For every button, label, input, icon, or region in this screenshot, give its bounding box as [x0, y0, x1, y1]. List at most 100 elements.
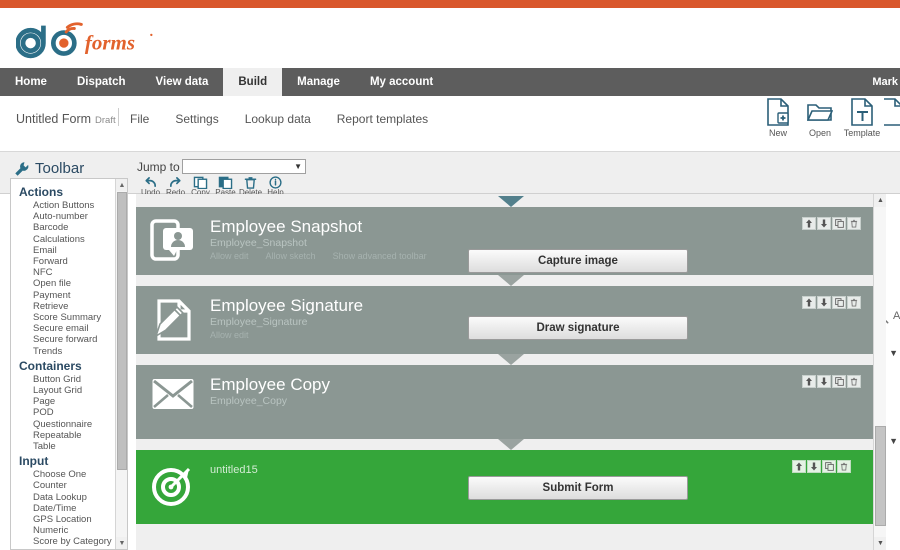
card-option-show-advanced-toolbar[interactable]: Show advanced toolbar [333, 250, 427, 262]
form-card-employee-signature[interactable]: Employee Signature Employee_Signature Al… [136, 286, 875, 354]
form-card-submit[interactable]: untitled15 Submit Form [136, 450, 875, 524]
palette-item-open-file[interactable]: Open file [15, 278, 127, 289]
card-duplicate-button[interactable] [822, 460, 836, 473]
form-card-employee-snapshot[interactable]: Employee Snapshot Employee_Snapshot Allo… [136, 207, 875, 275]
palette-item-date-time[interactable]: Date/Time [15, 503, 127, 514]
open-form-button[interactable]: Open [800, 98, 840, 138]
card-delete-button[interactable] [847, 217, 861, 230]
palette-item-choose-one[interactable]: Choose One [15, 469, 127, 480]
palette-item-action-buttons[interactable]: Action Buttons [15, 200, 127, 211]
nav-item-build[interactable]: Build [223, 68, 283, 96]
nav-item-dispatch[interactable]: Dispatch [62, 68, 141, 96]
card-option-allow-edit[interactable]: Allow edit [210, 250, 249, 262]
extra-doc-button[interactable] [884, 98, 900, 128]
scroll-down-arrow-icon[interactable]: ▼ [116, 537, 127, 549]
jump-to-select[interactable]: ▼ [182, 159, 306, 174]
palette-item-layout-grid[interactable]: Layout Grid [15, 385, 127, 396]
card-duplicate-button[interactable] [832, 375, 846, 388]
palette-item-trends[interactable]: Trends [15, 346, 127, 357]
menu-item-lookup-data[interactable]: Lookup data [245, 112, 311, 126]
palette-item-table[interactable]: Table [15, 441, 127, 452]
card-delete-button[interactable] [847, 375, 861, 388]
card-title: Employee Copy [210, 375, 331, 394]
card-option-allow-sketch[interactable]: Allow sketch [266, 250, 316, 262]
nav-item-manage[interactable]: Manage [282, 68, 355, 96]
new-form-button[interactable]: New [758, 98, 798, 138]
card-title: Employee Signature [210, 296, 364, 315]
search-trailing-text: A [893, 310, 900, 322]
canvas-scrollbar-thumb[interactable] [875, 426, 886, 526]
palette-item-pod[interactable]: POD [15, 407, 127, 418]
arrow-up-icon [796, 462, 802, 471]
canvas-scrollbar[interactable]: ▲ ▼ [873, 194, 886, 550]
palette-item-payment[interactable]: Payment [15, 290, 127, 301]
palette-item-score-by-category[interactable]: Score by Category [15, 536, 127, 547]
palette-item-auto-number[interactable]: Auto-number [15, 211, 127, 222]
form-status-badge: Draft [95, 115, 116, 126]
file-tools: New Open Template [758, 98, 900, 138]
card-move-down-button[interactable] [817, 375, 831, 388]
submit-form-button[interactable]: Submit Form [468, 476, 688, 500]
palette-item-score-summary[interactable]: Score Summary [15, 312, 127, 323]
card-duplicate-button[interactable] [832, 296, 846, 309]
menu-item-settings[interactable]: Settings [175, 112, 218, 126]
palette-item-calculations[interactable]: Calculations [15, 234, 127, 245]
nav-item-my-account[interactable]: My account [355, 68, 448, 96]
card-option-allow-edit[interactable]: Allow edit [210, 329, 249, 341]
scroll-up-arrow-icon[interactable]: ▲ [116, 179, 127, 191]
palette-item-questionnaire[interactable]: Questionnaire [15, 419, 127, 430]
panel-collapse-chevron-1-icon[interactable]: ▼ [889, 348, 898, 358]
palette-item-secure-email[interactable]: Secure email [15, 323, 127, 334]
trash-icon [850, 219, 858, 228]
card-body: Employee Snapshot Employee_Snapshot Allo… [210, 215, 875, 273]
palette-item-counter[interactable]: Counter [15, 480, 127, 491]
palette-item-gps-location[interactable]: GPS Location [15, 514, 127, 525]
palette-item-barcode[interactable]: Barcode [15, 222, 127, 233]
card-delete-button[interactable] [847, 296, 861, 309]
card-move-down-button[interactable] [807, 460, 821, 473]
nav-item-view-data[interactable]: View data [141, 68, 224, 96]
card-icon-wrapper [136, 458, 210, 510]
arrow-down-icon [821, 298, 827, 307]
menu-item-report-templates[interactable]: Report templates [337, 112, 428, 126]
palette-item-button-grid[interactable]: Button Grid [15, 374, 127, 385]
envelope-icon [152, 379, 194, 409]
toolbar-title-text: Toolbar [35, 160, 85, 177]
palette-scrollbar[interactable]: ▲ ▼ [115, 179, 127, 549]
card-duplicate-button[interactable] [832, 217, 846, 230]
panel-collapse-chevron-2-icon[interactable]: ▼ [889, 436, 898, 446]
duplicate-icon [834, 377, 844, 386]
palette-item-nfc[interactable]: NFC [15, 267, 127, 278]
menu-item-file[interactable]: File [130, 112, 149, 126]
palette-item-email[interactable]: Email [15, 245, 127, 256]
nav-label: Home [15, 76, 47, 88]
palette-item-data-lookup[interactable]: Data Lookup [15, 492, 127, 503]
nav-item-home[interactable]: Home [0, 68, 62, 96]
card-move-down-button[interactable] [817, 217, 831, 230]
card-move-down-button[interactable] [817, 296, 831, 309]
card-delete-button[interactable] [837, 460, 851, 473]
palette-item-page[interactable]: Page [15, 396, 127, 407]
form-name-area[interactable]: Untitled Form Draft [16, 112, 116, 126]
scroll-up-arrow-icon[interactable]: ▲ [874, 194, 886, 207]
palette-item-forward[interactable]: Forward [15, 256, 127, 267]
palette-group-input: Input [19, 454, 49, 469]
palette-item-retrieve[interactable]: Retrieve [15, 301, 127, 312]
nav-user-label[interactable]: Mark [872, 68, 900, 96]
palette-item-secure-forward[interactable]: Secure forward [15, 334, 127, 345]
card-move-up-button[interactable] [802, 217, 816, 230]
palette-item-repeatable[interactable]: Repeatable [15, 430, 127, 441]
template-button[interactable]: Template [842, 98, 882, 138]
arrow-down-icon [811, 462, 817, 471]
card-move-up-button[interactable] [802, 375, 816, 388]
palette-item-numeric[interactable]: Numeric [15, 525, 127, 536]
draw-signature-button[interactable]: Draw signature [468, 316, 688, 340]
arrow-up-icon [806, 377, 812, 386]
scroll-down-arrow-icon[interactable]: ▼ [874, 537, 886, 550]
card-move-up-button[interactable] [792, 460, 806, 473]
form-card-employee-copy[interactable]: Employee Copy Employee_Copy [136, 365, 875, 439]
card-move-up-button[interactable] [802, 296, 816, 309]
palette-scrollbar-thumb[interactable] [117, 192, 127, 470]
capture-image-button[interactable]: Capture image [468, 249, 688, 273]
doforms-logo[interactable]: forms [16, 14, 191, 64]
